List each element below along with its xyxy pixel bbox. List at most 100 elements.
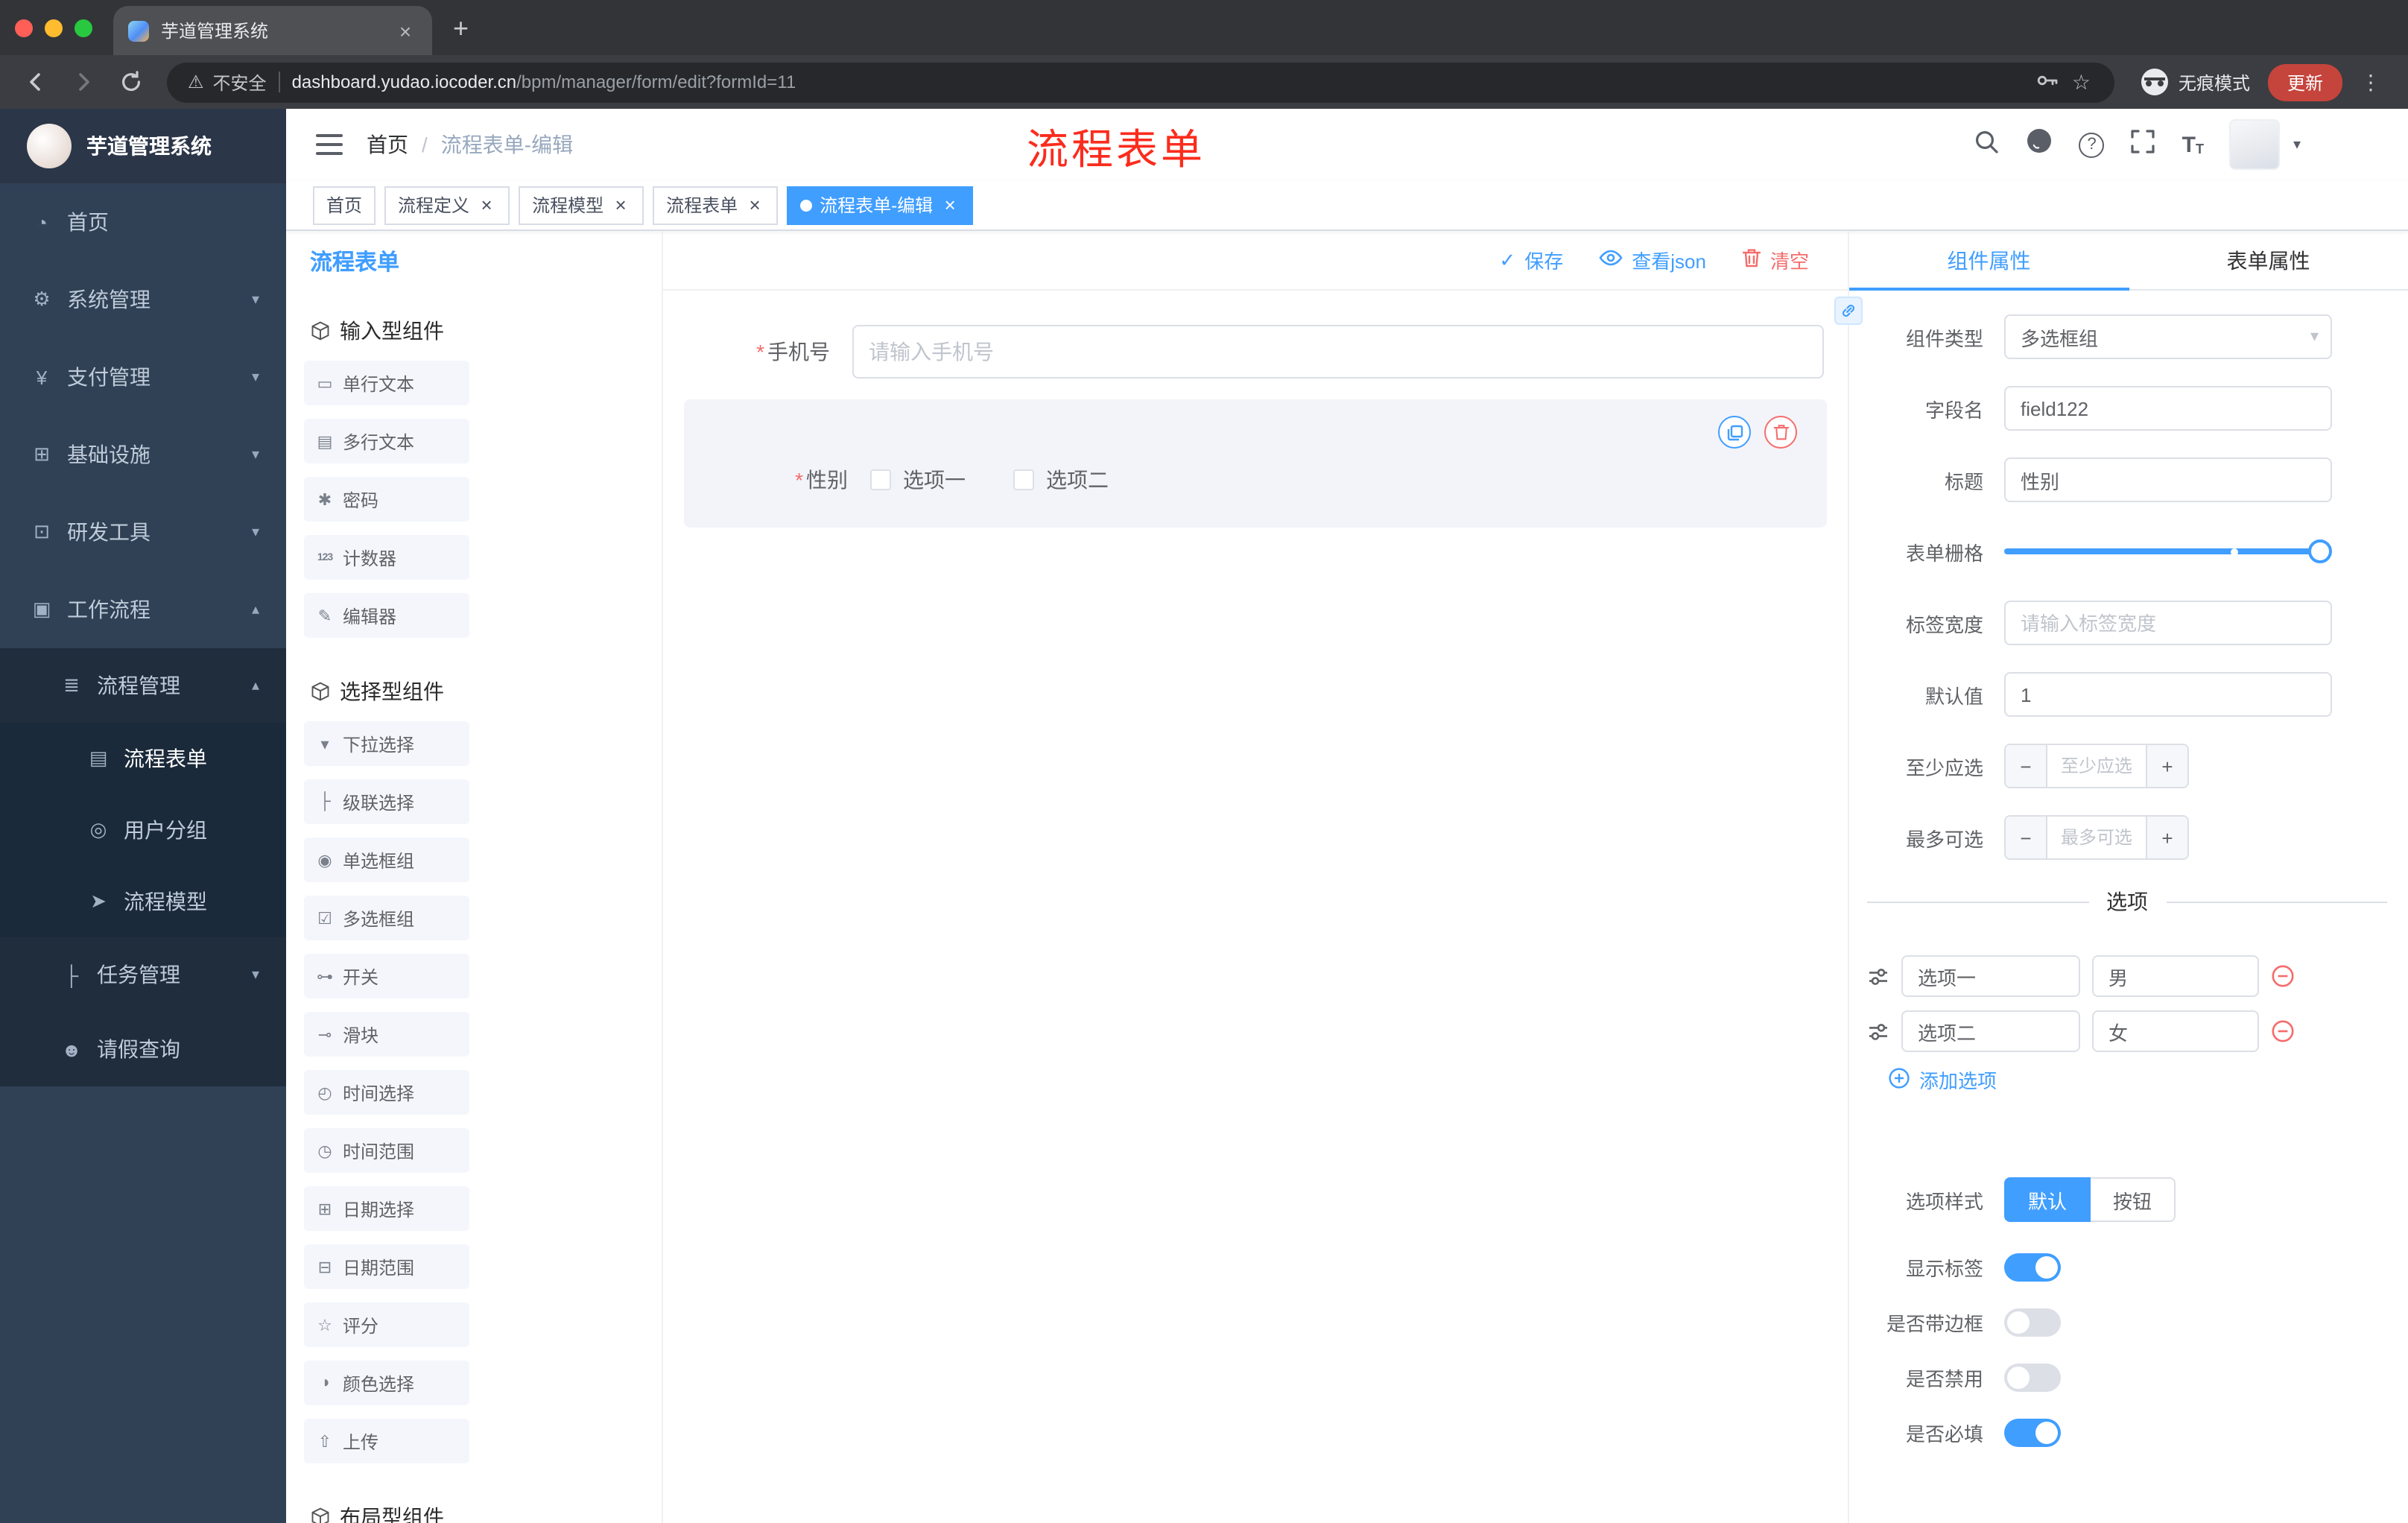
decrease-button[interactable]: −	[2006, 817, 2047, 858]
view-json-button[interactable]: 查看json	[1599, 246, 1706, 274]
style-button-button[interactable]: 按钮	[2091, 1177, 2176, 1222]
palette-item-date-picker[interactable]: ⊞ 日期选择	[304, 1186, 469, 1231]
clear-button[interactable]: 清空	[1742, 246, 1809, 274]
sidebar-item-system-management[interactable]: ⚙ 系统管理 ▾	[0, 261, 286, 338]
address-bar[interactable]: ⚠ 不安全 dashboard.yudao.iocoder.cn/bpm/man…	[167, 62, 2114, 102]
palette-item-multi-line-text[interactable]: ▤ 多行文本	[304, 419, 469, 463]
tag-process-model[interactable]: 流程模型 ×	[519, 186, 644, 224]
delete-component-button[interactable]	[1764, 416, 1797, 449]
font-size-icon[interactable]: TT	[2182, 133, 2204, 156]
palette-item-radio-group[interactable]: ◉ 单选框组	[304, 838, 469, 882]
disabled-toggle[interactable]	[2004, 1364, 2061, 1392]
tag-home[interactable]: 首页	[313, 186, 376, 224]
breadcrumb-home[interactable]: 首页	[367, 130, 408, 159]
component-type-select[interactable]: ▾	[2004, 314, 2332, 359]
github-icon[interactable]	[2026, 127, 2054, 162]
style-default-button[interactable]: 默认	[2004, 1177, 2091, 1222]
link-icon[interactable]	[1834, 297, 1863, 325]
sidebar-item-user-group[interactable]: ◎ 用户分组	[0, 794, 286, 866]
close-icon[interactable]: ×	[611, 194, 630, 216]
drag-handle-icon[interactable]	[1867, 1020, 1889, 1042]
remove-option-icon[interactable]	[2271, 964, 2295, 988]
browser-menu-icon[interactable]: ⋮	[2360, 69, 2381, 95]
browser-update-button[interactable]: 更新	[2267, 63, 2342, 101]
palette-item-switch[interactable]: ⊶ 开关	[304, 954, 469, 998]
window-zoom-button[interactable]	[75, 19, 92, 37]
sidebar-item-process-form[interactable]: ▤ 流程表单	[0, 723, 286, 794]
bookmark-star-icon[interactable]: ☆	[2072, 69, 2091, 95]
gender-option-1[interactable]: 选项一	[870, 465, 966, 495]
form-grid-slider[interactable]	[2004, 529, 2332, 574]
increase-button[interactable]: +	[2146, 745, 2187, 787]
palette-item-cascader[interactable]: ├ 级联选择	[304, 779, 469, 824]
palette-item-date-range[interactable]: ⊟ 日期范围	[304, 1244, 469, 1289]
field-gender-selected[interactable]: * 性别 选项一 选项二	[684, 399, 1827, 528]
sidebar-item-task-management[interactable]: ├ 任务管理 ▾	[0, 937, 286, 1012]
copy-component-button[interactable]	[1718, 416, 1751, 449]
sidebar-item-payment-management[interactable]: ¥ 支付管理 ▾	[0, 338, 286, 416]
required-toggle[interactable]	[2004, 1419, 2061, 1447]
hamburger-icon[interactable]	[316, 134, 343, 155]
sidebar-item-process-model[interactable]: ➤ 流程模型	[0, 866, 286, 937]
decrease-button[interactable]: −	[2006, 745, 2047, 787]
increase-button[interactable]: +	[2146, 817, 2187, 858]
min-select-input[interactable]	[2047, 745, 2146, 787]
sidebar-item-process-management[interactable]: ≣ 流程管理 ▴	[0, 648, 286, 723]
browser-tab[interactable]: 芋道管理系统 ×	[113, 6, 432, 55]
palette-item-color-picker[interactable]: ◑ 颜色选择	[304, 1361, 469, 1405]
tag-process-form[interactable]: 流程表单 ×	[653, 186, 779, 224]
chevron-down-icon[interactable]: ▾	[2293, 136, 2301, 153]
title-input[interactable]	[2004, 457, 2332, 502]
forward-button[interactable]	[63, 61, 104, 103]
gender-option-2[interactable]: 选项二	[1013, 465, 1109, 495]
password-key-icon[interactable]	[2036, 68, 2060, 96]
tab-form-props[interactable]: 表单属性	[2129, 231, 2408, 289]
sidebar-item-dev-tools[interactable]: ⊡ 研发工具 ▾	[0, 493, 286, 571]
palette-item-time-picker[interactable]: ◴ 时间选择	[304, 1070, 469, 1115]
sidebar-item-home[interactable]: ◔ 首页	[0, 183, 286, 261]
field-phone[interactable]: * 手机号	[687, 325, 1824, 379]
palette-item-select[interactable]: ▾ 下拉选择	[304, 721, 469, 766]
back-button[interactable]	[15, 61, 57, 103]
reload-button[interactable]	[110, 61, 152, 103]
palette-item-rate[interactable]: ☆ 评分	[304, 1302, 469, 1347]
palette-item-checkbox-group[interactable]: ☑ 多选框组	[304, 896, 469, 940]
remove-option-icon[interactable]	[2271, 1019, 2295, 1043]
checkbox-unchecked-icon[interactable]	[870, 469, 891, 490]
new-tab-button[interactable]: +	[453, 13, 469, 55]
show-label-toggle[interactable]	[2004, 1253, 2061, 1282]
sidebar-logo[interactable]: 芋道管理系统	[0, 109, 286, 183]
palette-item-upload[interactable]: ⇧ 上传	[304, 1419, 469, 1463]
tag-process-definition[interactable]: 流程定义 ×	[384, 186, 510, 224]
tag-process-form-edit[interactable]: 流程表单-编辑 ×	[787, 186, 974, 224]
close-icon[interactable]: ×	[940, 194, 960, 216]
security-warning[interactable]: ⚠ 不安全	[188, 69, 267, 95]
max-select-input[interactable]	[2047, 817, 2146, 858]
window-close-button[interactable]	[15, 19, 33, 37]
option-label-input[interactable]	[1901, 955, 2080, 997]
palette-item-password[interactable]: ✱ 密码	[304, 477, 469, 522]
sidebar-item-workflow[interactable]: ▣ 工作流程 ▴	[0, 571, 286, 648]
tab-component-props[interactable]: 组件属性	[1849, 231, 2129, 291]
help-icon[interactable]: ?	[2079, 132, 2105, 157]
avatar[interactable]	[2228, 119, 2280, 170]
slider-track[interactable]	[2004, 548, 2323, 554]
palette-item-single-line-text[interactable]: ▭ 单行文本	[304, 361, 469, 405]
sidebar-item-infrastructure[interactable]: ⊞ 基础设施 ▾	[0, 416, 286, 493]
fullscreen-icon[interactable]	[2130, 127, 2157, 162]
close-icon[interactable]: ×	[477, 194, 496, 216]
option-label-input[interactable]	[1901, 1010, 2080, 1052]
window-minimize-button[interactable]	[45, 19, 63, 37]
phone-input[interactable]	[852, 325, 1824, 379]
palette-item-time-range[interactable]: ◷ 时间范围	[304, 1128, 469, 1173]
palette-item-editor[interactable]: ✎ 编辑器	[304, 593, 469, 638]
palette-item-counter[interactable]: 123 计数器	[304, 535, 469, 580]
palette-item-slider[interactable]: ⊸ 滑块	[304, 1012, 469, 1057]
close-icon[interactable]: ×	[745, 194, 764, 216]
default-value-input[interactable]	[2004, 672, 2332, 717]
checkbox-unchecked-icon[interactable]	[1013, 469, 1034, 490]
drag-handle-icon[interactable]	[1867, 965, 1889, 987]
tab-close-icon[interactable]: ×	[393, 19, 417, 42]
field-name-input[interactable]	[2004, 386, 2332, 431]
save-button[interactable]: ✓ 保存	[1499, 246, 1563, 274]
